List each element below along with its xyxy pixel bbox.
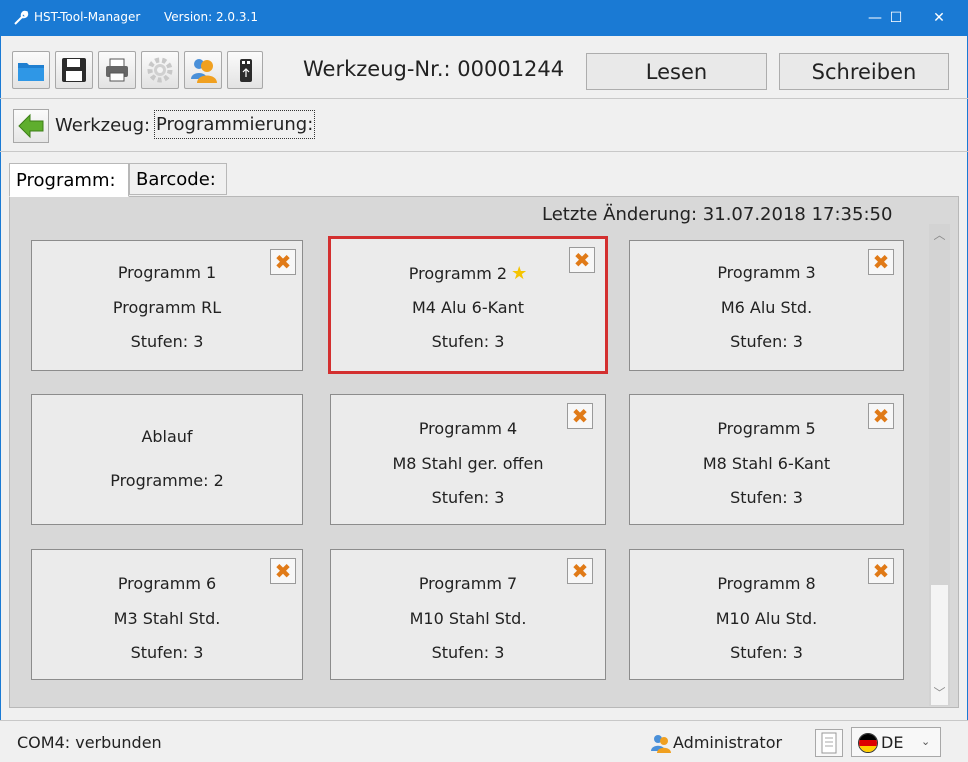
users-button[interactable] [184,51,222,89]
delete-icon[interactable]: ✖ [868,249,894,275]
tool-number: Werkzeug-Nr.: 00001244 [303,57,565,81]
card-description: Programm RL [112,298,222,317]
card-steps: Stufen: 3 [730,488,803,507]
app-version: Version: 2.0.3.1 [164,10,258,24]
program-card[interactable]: Programm 5 M8 Stahl 6-Kant Stufen: 3 ✖ [629,394,904,525]
card-steps: Stufen: 3 [431,332,505,351]
delete-icon[interactable]: ✖ [569,247,595,273]
card-description: M6 Alu Std. [720,298,813,317]
card-description: Programme: 2 [110,471,224,490]
card-description: M10 Stahl Std. [409,609,527,628]
program-card[interactable]: Programm 8 M10 Alu Std. Stufen: 3 ✖ [629,549,904,680]
delete-icon[interactable]: ✖ [868,558,894,584]
card-steps: Stufen: 3 [130,332,204,351]
usb-button[interactable] [227,51,263,89]
user-icon [650,733,672,757]
read-button[interactable]: Lesen [586,53,767,90]
german-flag-icon [858,733,878,753]
card-title: Programm 4 [418,419,518,438]
tab-barcode[interactable]: Barcode: [129,163,227,195]
program-card[interactable]: Programm 7 M10 Stahl Std. Stufen: 3 ✖ [330,549,606,680]
last-change-label: Letzte Änderung: 31.07.2018 17:35:50 [542,204,893,225]
floppy-disk-icon [62,58,86,82]
current-user[interactable]: Administrator [673,733,782,752]
toolbar-divider [0,98,968,99]
card-description: M8 Stahl ger. offen [392,454,544,473]
printer-icon [106,58,128,82]
card-steps: Stufen: 3 [431,488,505,507]
program-card[interactable]: Ablauf Programme: 2 [31,394,303,525]
breadcrumb-divider [0,151,968,152]
app-title: HST-Tool-Manager [34,10,141,24]
card-title: Ablauf [141,427,193,446]
card-title: Programm 1 [117,263,217,282]
card-title: Programm 7 [418,574,518,593]
program-card[interactable]: Programm 1 Programm RL Stufen: 3 ✖ [31,240,303,371]
delete-icon[interactable]: ✖ [567,558,593,584]
card-title-row: Programm 2 ★ [331,263,605,284]
maximize-button[interactable]: ☐ [873,0,919,36]
tab-programm[interactable]: Programm: [9,163,129,197]
card-steps: Stufen: 3 [730,643,803,662]
scroll-down-icon[interactable]: ﹀ [929,684,950,704]
open-folder-button[interactable] [12,51,50,89]
back-button[interactable] [13,109,49,143]
print-button[interactable] [98,51,136,89]
program-card[interactable]: Programm 6 M3 Stahl Std. Stufen: 3 ✖ [31,549,303,680]
back-arrow-icon [18,113,44,139]
card-description: M8 Stahl 6-Kant [702,454,831,473]
scroll-up-icon[interactable]: ︿ [929,226,950,246]
breadcrumb-current[interactable]: Programmierung: [154,110,316,139]
delete-icon[interactable]: ✖ [567,403,593,429]
delete-icon[interactable]: ✖ [270,558,296,584]
language-value: DE [881,733,904,752]
card-title: Programm 6 [117,574,217,593]
program-card-selected[interactable]: Programm 2 ★ M4 Alu 6-Kant Stufen: 3 ✖ [328,236,608,374]
connection-status: COM4: verbunden [17,733,162,752]
card-steps: Stufen: 3 [130,643,204,662]
document-icon[interactable] [815,729,843,757]
card-description: M4 Alu 6-Kant [411,298,525,317]
card-steps: Stufen: 3 [730,332,803,351]
breadcrumb-parent[interactable]: Werkzeug: [55,115,150,136]
favorite-star-icon: ★ [511,263,528,284]
close-button[interactable]: ✕ [916,0,962,36]
title-bar[interactable]: HST-Tool-Manager Version: 2.0.3.1 — ☐ ✕ [0,0,968,36]
wrench-icon [12,9,30,27]
delete-icon[interactable]: ✖ [868,403,894,429]
program-card[interactable]: Programm 4 M8 Stahl ger. offen Stufen: 3… [330,394,606,525]
delete-icon[interactable]: ✖ [270,249,296,275]
save-button[interactable] [55,51,93,89]
chevron-down-icon: ⌄ [921,735,931,748]
program-card[interactable]: Programm 3 M6 Alu Std. Stufen: 3 ✖ [629,240,904,371]
usb-drive-icon [240,59,252,82]
card-title: Programm 2 [408,264,508,283]
card-steps: Stufen: 3 [431,643,505,662]
folder-icon [18,63,44,81]
card-title: Programm 3 [717,263,816,282]
card-description: M10 Alu Std. [715,609,818,628]
card-description: M3 Stahl Std. [113,609,221,628]
card-title: Programm 8 [717,574,816,593]
gear-icon [147,57,173,83]
card-title: Programm 5 [717,419,816,438]
write-button[interactable]: Schreiben [779,53,949,90]
users-icon [191,59,217,83]
settings-button[interactable] [141,51,179,89]
